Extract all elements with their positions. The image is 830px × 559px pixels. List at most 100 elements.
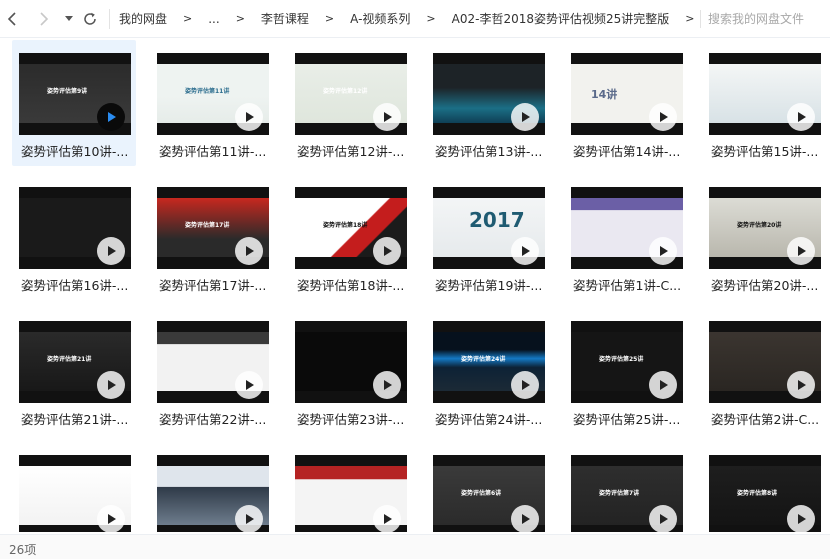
chevron-right-icon: > (183, 12, 193, 25)
file-name: 姿势评估第20讲-... (711, 278, 819, 293)
breadcrumb-item-my-drive[interactable]: 我的网盘 (119, 10, 167, 27)
play-icon[interactable] (97, 103, 125, 131)
thumbnail-title: 姿势评估第21讲 (47, 356, 92, 363)
video-thumbnail: 姿势评估第6讲 (433, 455, 545, 532)
item-count: 26项 (9, 543, 37, 557)
video-thumbnail: 姿势评估第8讲 (709, 455, 821, 532)
video-file-item[interactable]: 姿势评估第8讲 (702, 442, 826, 532)
history-dropdown-icon[interactable] (63, 8, 75, 30)
video-thumbnail: 姿势评估第12讲 (295, 53, 407, 135)
video-thumbnail: 姿势评估第25讲 (571, 321, 683, 403)
video-file-item[interactable]: 姿势评估第24讲 姿势评估第24讲-... (426, 308, 550, 434)
play-icon[interactable] (97, 237, 125, 265)
play-icon[interactable] (511, 237, 539, 265)
play-icon[interactable] (649, 505, 677, 532)
play-icon[interactable] (235, 237, 263, 265)
play-icon[interactable] (373, 237, 401, 265)
video-file-item[interactable]: 姿势评估第7讲 (564, 442, 688, 532)
video-file-item[interactable]: 2017 姿势评估第19讲-... (426, 174, 550, 300)
file-name: 姿势评估第12讲-... (297, 144, 405, 159)
play-icon[interactable] (235, 103, 263, 131)
video-file-item[interactable]: 姿势评估第17讲姿势评估第17讲-... (150, 174, 274, 300)
video-thumbnail (19, 455, 131, 532)
video-file-item[interactable]: 姿势评估第22讲-... (150, 308, 274, 434)
video-thumbnail: 姿势评估第24讲 (433, 321, 545, 403)
play-icon[interactable] (787, 371, 815, 399)
thumbnail-title: 姿势评估第6讲 (461, 490, 502, 497)
video-file-item[interactable]: 姿势评估第20讲 姿势评估第20讲-... (702, 174, 826, 300)
video-thumbnail: 姿势评估第18讲 (295, 187, 407, 269)
file-name: 姿势评估第21讲-... (21, 412, 129, 427)
thumbnail-title: 姿势评估第12讲 (323, 88, 368, 95)
breadcrumb-item-course[interactable]: 李哲课程 (261, 10, 309, 27)
video-thumbnail: 姿势评估第9讲 (19, 53, 131, 135)
play-icon[interactable] (511, 371, 539, 399)
file-name: 姿势评估第16讲-... (21, 278, 129, 293)
file-name: 姿势评估第18讲-... (297, 278, 405, 293)
play-icon[interactable] (373, 505, 401, 532)
refresh-icon[interactable] (79, 8, 101, 30)
file-name: 姿势评估第17讲-... (159, 278, 267, 293)
video-file-item[interactable]: 姿势评估第1讲-C... (564, 174, 688, 300)
video-thumbnail: 姿势评估第21讲 (19, 321, 131, 403)
video-file-item[interactable] (12, 442, 136, 532)
play-icon[interactable] (235, 505, 263, 532)
video-thumbnail (19, 187, 131, 269)
video-file-item[interactable]: 姿势评估第21讲姿势评估第21讲-... (12, 308, 136, 434)
video-thumbnail: 姿势评估第17讲 (157, 187, 269, 269)
video-file-item[interactable]: 姿势评估第16讲-... (12, 174, 136, 300)
play-icon[interactable] (235, 371, 263, 399)
play-icon[interactable] (511, 505, 539, 532)
back-icon[interactable] (1, 8, 23, 30)
chevron-right-icon: > (426, 12, 436, 25)
video-file-item[interactable]: 姿势评估第12讲姿势评估第12讲-... (288, 40, 412, 166)
file-name: 姿势评估第10讲-... (21, 144, 129, 159)
thumbnail-title: 姿势评估第7讲 (599, 490, 640, 497)
file-name: 姿势评估第15讲-... (711, 144, 819, 159)
forward-icon[interactable] (33, 8, 55, 30)
video-file-item[interactable]: 姿势评估第15讲-... (702, 40, 826, 166)
play-icon[interactable] (649, 103, 677, 131)
play-icon[interactable] (511, 103, 539, 131)
play-icon[interactable] (649, 371, 677, 399)
search-input[interactable] (708, 8, 826, 30)
video-thumbnail (157, 321, 269, 403)
video-thumbnail: 2017 (433, 187, 545, 269)
play-icon[interactable] (787, 103, 815, 131)
play-icon[interactable] (97, 371, 125, 399)
video-file-item[interactable]: 14讲 姿势评估第14讲-... (564, 40, 688, 166)
file-name: 姿势评估第19讲-... (435, 278, 543, 293)
breadcrumb-item-ellipsis[interactable]: ... (208, 12, 219, 26)
play-icon[interactable] (97, 505, 125, 532)
play-icon[interactable] (373, 103, 401, 131)
video-file-item[interactable]: 姿势评估第6讲 (426, 442, 550, 532)
breadcrumb-item-video-series[interactable]: A-视频系列 (350, 10, 410, 27)
play-icon[interactable] (787, 237, 815, 265)
file-name: 姿势评估第1讲-C... (573, 278, 682, 293)
video-file-item[interactable]: 姿势评估第25讲姿势评估第25讲-... (564, 308, 688, 434)
video-thumbnail (433, 53, 545, 135)
video-thumbnail (571, 187, 683, 269)
toolbar-divider (700, 10, 701, 28)
chevron-right-icon: > (235, 12, 245, 25)
video-file-item[interactable]: 姿势评估第2讲-C... (702, 308, 826, 434)
video-file-item[interactable] (150, 442, 274, 532)
play-icon[interactable] (787, 505, 815, 532)
play-icon[interactable] (373, 371, 401, 399)
file-name: 姿势评估第22讲-... (159, 412, 267, 427)
file-name: 姿势评估第14讲-... (573, 144, 681, 159)
video-file-item[interactable]: 姿势评估第9讲姿势评估第10讲-... (12, 40, 136, 166)
video-thumbnail (709, 53, 821, 135)
video-file-item[interactable]: 姿势评估第23讲-... (288, 308, 412, 434)
play-icon[interactable] (649, 237, 677, 265)
video-file-item[interactable]: 姿势评估第13讲-... (426, 40, 550, 166)
breadcrumb-item-current-folder[interactable]: A02-李哲2018姿势评估视频25讲完整版 (452, 10, 670, 27)
video-file-item[interactable]: 姿势评估第11讲 姿势评估第11讲-... (150, 40, 274, 166)
file-name: 姿势评估第13讲-... (435, 144, 543, 159)
file-name: 姿势评估第25讲-... (573, 412, 681, 427)
video-file-item[interactable] (288, 442, 412, 532)
chevron-right-icon: > (324, 12, 335, 25)
chevron-right-icon: > (685, 12, 695, 25)
file-name: 姿势评估第23讲-... (297, 412, 405, 427)
video-file-item[interactable]: 姿势评估第18讲姿势评估第18讲-... (288, 174, 412, 300)
